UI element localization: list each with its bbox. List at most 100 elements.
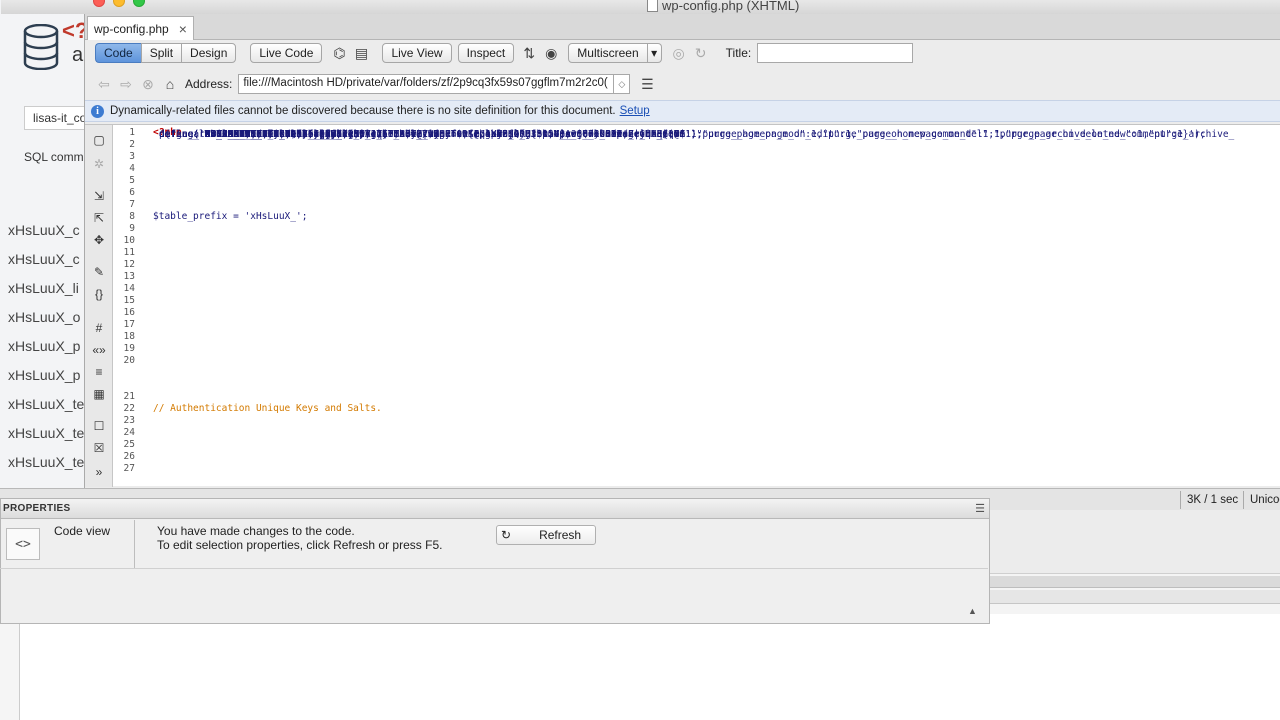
apply-comment-icon[interactable]: ☐ — [90, 417, 108, 435]
show-code-navigator-icon[interactable]: ✲ — [90, 155, 108, 173]
visual-aids-icon[interactable]: ◎ — [668, 43, 690, 63]
line-number: 14 — [123, 283, 135, 294]
line-number: 13 — [123, 271, 135, 282]
line-number: 9 — [129, 223, 135, 234]
window-title-text: wp-config.php (XHTML) — [662, 0, 800, 13]
document-tab[interactable]: wp-config.php × — [87, 16, 194, 40]
editor-window: wp-config.php (XHTML) wp-config.php × Co… — [1, 0, 1280, 490]
word-wrap-icon[interactable]: ≡ — [90, 363, 108, 381]
multiscreen-button[interactable]: Multiscreen — [568, 43, 648, 63]
close-tab-icon[interactable]: × — [179, 21, 187, 37]
table-list-item[interactable]: xHsLuuX_c — [8, 249, 84, 278]
code-view-label: Code view — [54, 524, 111, 538]
background-sql-link[interactable]: SQL comm — [24, 150, 84, 164]
address-label: Address: — [185, 77, 233, 91]
line-number: 20 — [123, 355, 135, 366]
refresh-button[interactable]: ↻ Refresh — [496, 525, 596, 545]
code-view[interactable]: 1 <?php 2 define('DB_NAME', 'lisas-it_com_r… — [113, 127, 1280, 485]
check-browser-compatibility-icon[interactable]: ⌬ — [328, 43, 350, 63]
line-number: 10 — [123, 235, 135, 246]
line-number: 4 — [129, 163, 135, 174]
code-view-icon: <> — [6, 528, 40, 560]
more-tools-chevron-icon[interactable]: » — [90, 463, 108, 481]
multiscreen-dropdown-icon[interactable]: ▾ — [647, 43, 662, 63]
line-number: 11 — [123, 247, 135, 258]
info-bar: i Dynamically-related files cannot be di… — [85, 100, 1280, 122]
refresh-button-label: Refresh — [539, 528, 582, 542]
line-number: 1 — [129, 127, 135, 138]
line-number: 2 — [129, 139, 135, 150]
properties-header: PROPERTIES ☰ — [1, 499, 989, 519]
table-list-item[interactable]: xHsLuuX_c — [8, 220, 84, 249]
back-arrow-icon[interactable]: ⇦ — [93, 74, 115, 94]
preview-in-browser-icon[interactable]: ◉ — [540, 43, 562, 63]
line-number: 3 — [129, 151, 135, 162]
table-list-item[interactable]: xHsLuuX_te — [8, 452, 84, 481]
line-number: 16 — [123, 307, 135, 318]
select-parent-tag-icon[interactable]: ✎ — [90, 263, 108, 281]
collapse-panel-icon[interactable]: ▲ — [968, 606, 977, 616]
close-window-button[interactable] — [93, 0, 105, 7]
highlight-invalid-code-icon[interactable]: «» — [90, 341, 108, 359]
code-line[interactable]: 27 define('AUTH_SALT', '^{dd1 U+T4TKOT!=T… — [113, 129, 1280, 475]
line-number: 25 — [123, 439, 135, 450]
minimize-window-button[interactable] — [113, 0, 125, 7]
panel-dock-band — [990, 576, 1280, 588]
balance-braces-icon[interactable]: {} — [90, 285, 108, 303]
refresh-icon: ↻ — [501, 528, 512, 542]
properties-message: You have made changes to the code. To ed… — [157, 524, 442, 552]
address-history-stepper[interactable]: ◇ — [614, 74, 631, 94]
panel-options-menu-icon[interactable]: ☰ — [975, 502, 985, 515]
table-list-item[interactable]: xHsLuuX_te — [8, 423, 84, 452]
open-documents-icon[interactable]: ▢ — [90, 131, 108, 149]
syntax-coloring-icon[interactable]: ▦ — [90, 385, 108, 403]
inspect-button[interactable]: Inspect — [457, 43, 515, 63]
design-view-button[interactable]: Design — [181, 43, 237, 63]
view-options-icon[interactable]: ☰ — [636, 74, 658, 94]
document-size-status: 3K / 1 sec — [1180, 491, 1244, 509]
panel-dock-band — [990, 510, 1280, 574]
address-input[interactable]: file:///Macintosh HD/private/var/folders… — [238, 74, 615, 94]
document-icon — [647, 0, 658, 12]
table-list-item[interactable]: xHsLuuX_li — [8, 278, 84, 307]
split-view-button[interactable]: Split — [140, 43, 182, 63]
validate-markup-icon[interactable]: ▤ — [350, 43, 372, 63]
table-list-item[interactable]: xHsLuuX_p — [8, 365, 84, 394]
line-numbers-icon[interactable]: # — [90, 319, 108, 337]
line-number: 22 — [123, 403, 135, 414]
document-tab-label: wp-config.php — [94, 21, 169, 36]
collapse-full-tag-icon[interactable]: ⇲ — [90, 187, 108, 205]
browser-navigation-bar: ⇦ ⇨ ⊗ ⌂ Address: file:///Macintosh HD/pr… — [85, 70, 1280, 98]
collapse-selection-icon[interactable]: ⇱ — [90, 209, 108, 227]
line-number: 17 — [123, 319, 135, 330]
stop-icon[interactable]: ⊗ — [137, 74, 159, 94]
table-list-item[interactable]: xHsLuuX_te — [8, 394, 84, 423]
file-management-icon[interactable]: ⇅ — [518, 43, 540, 63]
background-bottom-strip — [0, 622, 20, 720]
live-view-button[interactable]: Live View — [382, 43, 452, 63]
line-number: 18 — [123, 331, 135, 342]
properties-message-line: You have made changes to the code. — [157, 524, 355, 538]
remove-comment-icon[interactable]: ☒ — [90, 439, 108, 457]
line-number — [113, 379, 135, 391]
code-view-button[interactable]: Code — [95, 43, 141, 63]
database-icon — [23, 24, 59, 70]
expand-all-icon[interactable]: ✥ — [90, 231, 108, 249]
table-list-item[interactable]: xHsLuuX_p — [8, 336, 84, 365]
refresh-design-view-icon[interactable]: ↻ — [690, 43, 712, 63]
table-list-item[interactable]: xHsLuuX_o — [8, 307, 84, 336]
live-code-button[interactable]: Live Code — [250, 43, 323, 63]
line-number: 7 — [129, 199, 135, 210]
home-icon[interactable]: ⌂ — [159, 74, 181, 94]
line-number: 26 — [123, 451, 135, 462]
line-number: 15 — [123, 295, 135, 306]
line-number: 5 — [129, 175, 135, 186]
document-title-input[interactable] — [757, 43, 914, 63]
line-number: 19 — [123, 343, 135, 354]
zoom-window-button[interactable] — [133, 0, 145, 7]
view-mode-switcher: Code Split Design — [95, 43, 237, 63]
setup-link[interactable]: Setup — [620, 105, 650, 117]
encoding-status: Unicode — [1243, 491, 1280, 509]
forward-arrow-icon[interactable]: ⇨ — [115, 74, 137, 94]
window-titlebar: wp-config.php (XHTML) — [1, 0, 1280, 14]
